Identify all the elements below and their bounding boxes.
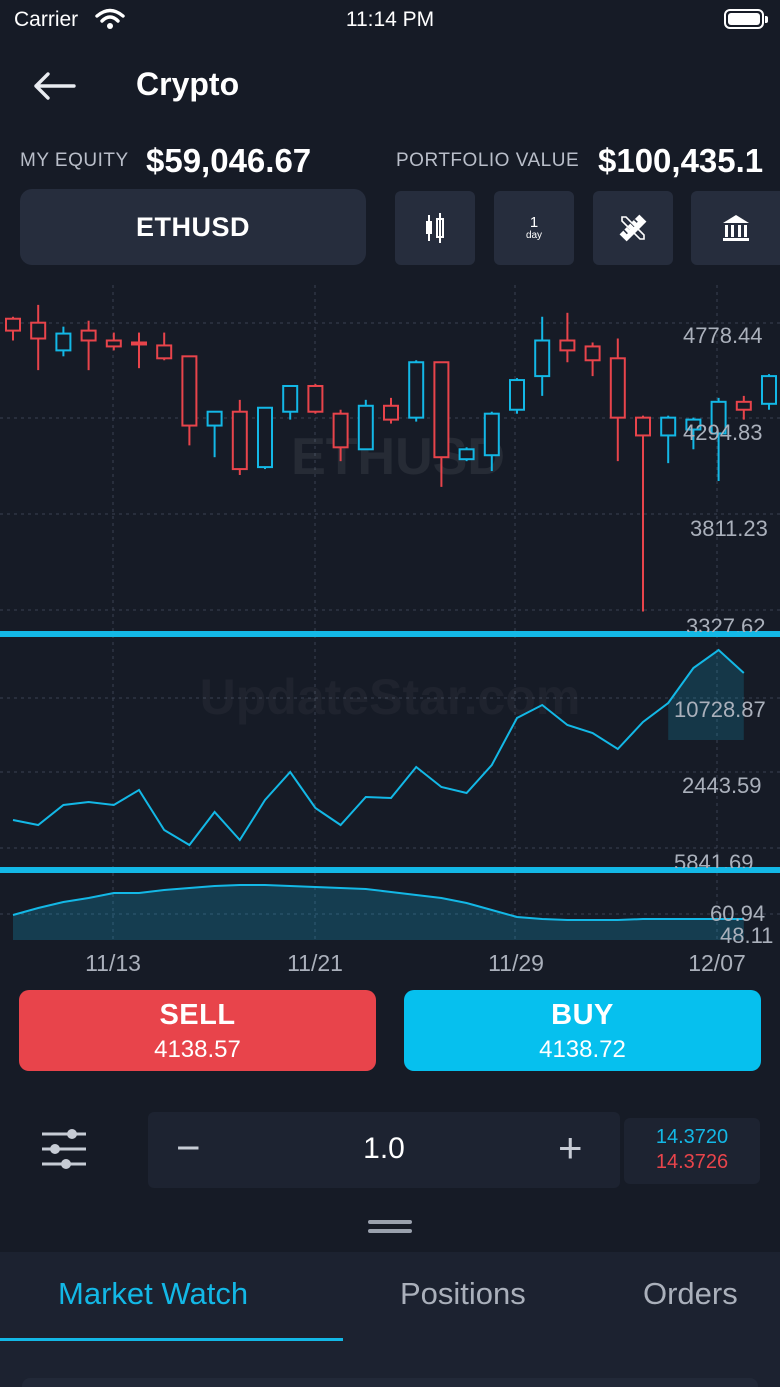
tab-positions[interactable]: Positions [400, 1276, 526, 1312]
candle [609, 338, 626, 462]
portfolio-value: $100,435.1 [598, 142, 764, 179]
candle [559, 312, 576, 363]
candle [307, 384, 324, 414]
candle [5, 316, 21, 341]
y-tick-label: 3811.23 [690, 516, 768, 541]
equity-label: MY EQUITY [20, 150, 129, 171]
y-tick-label: 2443.59 [682, 773, 762, 798]
ask-price: 14.3726 [655, 1151, 729, 1173]
list-card [22, 1378, 758, 1387]
tab-market-watch[interactable]: Market Watch [58, 1276, 248, 1312]
candle [761, 374, 777, 410]
increase-button[interactable]: + [558, 1124, 583, 1172]
drag-handle-icon[interactable] [368, 1218, 412, 1236]
candle [80, 320, 97, 371]
back-arrow-icon[interactable] [30, 68, 78, 104]
symbol-selector-button[interactable]: ETHUSD [20, 189, 366, 265]
candle [584, 342, 601, 377]
x-tick-label: 11/21 [287, 950, 343, 976]
y-tick-label: 4294.83 [683, 420, 763, 445]
candle [534, 316, 551, 396]
drawing-tools-button[interactable] [593, 191, 673, 265]
bid-price: 14.3720 [655, 1126, 729, 1148]
equity-value: $59,046.67 [146, 142, 312, 179]
buy-label: BUY [551, 999, 614, 1031]
buy-button[interactable]: BUY 4138.72 [404, 990, 761, 1071]
sliders-icon[interactable] [40, 1126, 88, 1172]
price-spread-box: 14.3720 14.3726 [624, 1118, 760, 1184]
period-button[interactable]: 1 day [494, 191, 574, 265]
quantity-stepper: − 1.0 + [148, 1112, 620, 1188]
candle [257, 406, 273, 470]
candle [30, 304, 47, 371]
candle [509, 378, 525, 414]
bottom-tab-bar [0, 1252, 780, 1387]
active-tab-indicator [0, 1338, 343, 1341]
y-tick-label: 48.11 [720, 923, 774, 948]
price-chart[interactable]: ETHUSD UpdateStar.com [0, 280, 780, 980]
chart-grid [0, 285, 780, 940]
sell-button[interactable]: SELL 4138.57 [19, 990, 376, 1071]
sell-label: SELL [159, 999, 236, 1031]
candle [458, 447, 475, 462]
candle [105, 332, 122, 351]
candle [131, 332, 147, 369]
indicators-button[interactable] [691, 191, 780, 265]
period-value: 1 [529, 213, 539, 231]
y-tick-label: 4778.44 [683, 323, 763, 348]
x-tick-label: 11/13 [85, 950, 141, 976]
candlestick-icon [426, 213, 444, 243]
candle [357, 399, 374, 451]
page-title: Crypto [136, 66, 240, 102]
candle [660, 415, 677, 464]
status-bar: Carrier 11:14 PM [0, 0, 780, 40]
x-tick-label: 11/29 [488, 950, 544, 976]
tab-orders[interactable]: Orders [643, 1276, 738, 1312]
y-tick-label: 5841.69 [674, 850, 754, 868]
sell-price: 4138.57 [154, 1036, 241, 1063]
candle [206, 410, 223, 458]
area-series [12, 884, 744, 940]
quantity-value[interactable]: 1.0 [148, 1132, 620, 1166]
candle [735, 395, 752, 420]
candle [156, 332, 173, 361]
candle [408, 360, 425, 422]
y-tick-label: 3327.62 [686, 614, 766, 632]
buy-price: 4138.72 [539, 1036, 626, 1063]
candle [383, 397, 399, 424]
candle [231, 399, 248, 476]
candle [55, 326, 72, 357]
candle [282, 384, 299, 420]
y-tick-label: 10728.87 [674, 697, 766, 722]
ruler-pencil-icon [619, 214, 647, 242]
chart-watermark-2: UpdateStar.com [200, 669, 581, 725]
bank-icon [722, 215, 749, 241]
candle [181, 355, 198, 446]
portfolio-label: PORTFOLIO VALUE [396, 150, 580, 171]
clock: 11:14 PM [345, 8, 435, 31]
period-unit: day [525, 229, 543, 241]
pane-separator[interactable] [0, 867, 780, 873]
pane-separator[interactable] [0, 631, 780, 637]
battery-icon [724, 9, 768, 29]
x-tick-label: 12/07 [688, 950, 746, 976]
chart-type-button[interactable] [395, 191, 475, 265]
